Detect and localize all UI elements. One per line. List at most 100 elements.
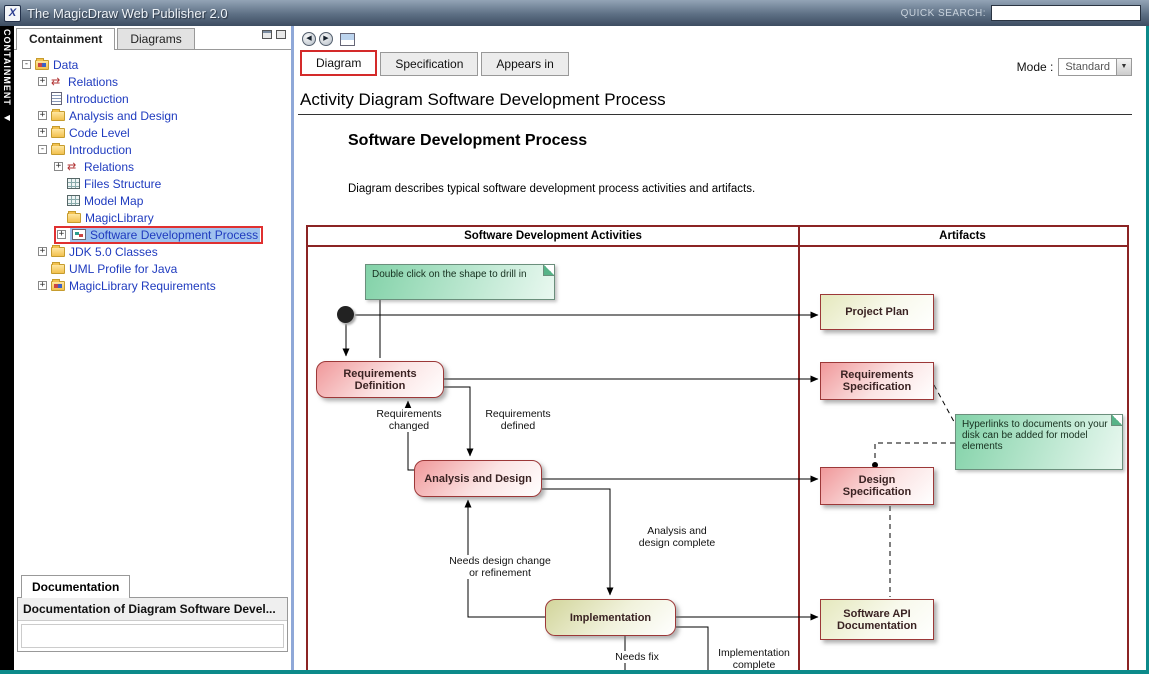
collapse-sidebar-icon[interactable]: ◀: [4, 113, 10, 122]
artifact-requirements-specification[interactable]: Requirements Specification: [820, 362, 934, 400]
mode-label: Mode :: [1017, 60, 1054, 74]
quick-search-input[interactable]: [991, 5, 1141, 21]
tree-item-label: Relations: [68, 75, 118, 89]
table-icon: [67, 178, 80, 189]
open-as-image-icon[interactable]: [340, 33, 355, 46]
tab-appears-in[interactable]: Appears in: [481, 52, 568, 76]
edge-label-analysis-complete: Analysis and design complete: [631, 525, 723, 549]
lane-header-activities: Software Development Activities: [308, 227, 798, 245]
note-fold-icon: [1111, 415, 1122, 426]
tree-item-files-structure[interactable]: Files Structure: [20, 175, 291, 192]
tree-item-label: Introduction: [66, 92, 129, 106]
quick-search-label: QUICK SEARCH:: [901, 8, 986, 19]
model-folder-icon: [35, 60, 49, 70]
expander-icon[interactable]: +: [57, 230, 66, 239]
expander-spacer: [54, 196, 63, 205]
tree-item-model-map[interactable]: Model Map: [20, 192, 291, 209]
mode-control: Mode : Standard ▼: [1017, 58, 1132, 76]
forward-button[interactable]: ▶: [319, 32, 333, 46]
sidebar-tab-bar: Containment Diagrams: [14, 26, 291, 50]
expander-icon[interactable]: +: [38, 77, 47, 86]
lane-header-artifacts: Artifacts: [798, 227, 1127, 245]
tree-item-introduction[interactable]: Introduction: [20, 90, 291, 107]
mode-selected-value: Standard: [1059, 61, 1116, 73]
dropdown-arrow-icon[interactable]: ▼: [1116, 59, 1131, 75]
folder-icon: [51, 128, 65, 138]
activity-implementation[interactable]: Implementation: [545, 599, 676, 636]
tab-diagrams[interactable]: Diagrams: [117, 28, 194, 49]
artifact-software-api-documentation[interactable]: Software API Documentation: [820, 599, 934, 640]
app-title: The MagicDraw Web Publisher 2.0: [27, 6, 228, 21]
tree-item-code-level[interactable]: + Code Level: [20, 124, 291, 141]
edge-label-requirements-changed: Requirements changed: [369, 408, 449, 432]
expander-icon[interactable]: -: [22, 60, 31, 69]
tree-item-label: Data: [53, 58, 78, 72]
activity-diagram-icon: [72, 229, 86, 240]
activity-label: Analysis and Design: [424, 473, 532, 485]
folder-icon: [51, 264, 65, 274]
back-button[interactable]: ◀: [302, 32, 316, 46]
tree-item-jdk-classes[interactable]: + JDK 5.0 Classes: [20, 243, 291, 260]
expander-icon[interactable]: +: [54, 162, 63, 171]
expander-spacer: [54, 179, 63, 188]
tree-item-software-development-process[interactable]: + Software Development Process: [20, 226, 291, 243]
tree-item-label: Analysis and Design: [69, 109, 178, 123]
artifact-design-specification[interactable]: Design Specification: [820, 467, 934, 505]
artifact-project-plan[interactable]: Project Plan: [820, 294, 934, 330]
edge-label-requirements-defined: Requirements defined: [478, 408, 558, 432]
activity-label: Implementation: [570, 612, 651, 624]
expander-icon[interactable]: +: [38, 247, 47, 256]
tab-specification[interactable]: Specification: [380, 52, 478, 76]
relations-icon: [67, 161, 80, 173]
activity-diagram-canvas: Software Development Activities Artifact…: [306, 225, 1129, 670]
tree-item-analysis-and-design[interactable]: + Analysis and Design: [20, 107, 291, 124]
tree-item-label: Model Map: [84, 194, 143, 208]
artifact-label: Software API Documentation: [823, 608, 931, 632]
tree-item-data[interactable]: - Data: [20, 56, 291, 73]
title-divider: [298, 114, 1132, 115]
activity-analysis-and-design[interactable]: Analysis and Design: [414, 460, 542, 497]
folder-icon: [51, 247, 65, 257]
magicdraw-logo-icon: X: [4, 5, 21, 22]
folder-icon: [51, 145, 65, 155]
sidebar: Containment Diagrams - Data + Relations: [14, 26, 294, 670]
note-drill-in: Double click on the shape to drill in: [365, 264, 555, 300]
folder-icon: [51, 111, 65, 121]
note-hyperlinks: Hyperlinks to documents on your disk can…: [955, 414, 1123, 470]
document-icon: [51, 92, 62, 105]
expander-icon[interactable]: +: [38, 281, 47, 290]
tab-containment[interactable]: Containment: [16, 28, 115, 50]
activity-requirements-definition[interactable]: Requirements Definition: [316, 361, 444, 398]
lane-divider: [798, 227, 800, 670]
tab-diagram[interactable]: Diagram: [300, 50, 377, 76]
expander-icon[interactable]: +: [38, 128, 47, 137]
tab-diagrams-label: Diagrams: [130, 32, 181, 46]
note-text: Hyperlinks to documents on your disk can…: [962, 419, 1108, 452]
tab-containment-label: Containment: [29, 32, 102, 46]
tree-item-label: Introduction: [69, 143, 132, 157]
page-title: Activity Diagram Software Development Pr…: [300, 90, 1146, 110]
expander-icon[interactable]: +: [38, 111, 47, 120]
activity-label: Requirements Definition: [319, 368, 441, 392]
tree-item-relations[interactable]: + Relations: [20, 73, 291, 90]
tree-item-magiclibrary-requirements[interactable]: + MagicLibrary Requirements: [20, 277, 291, 294]
requirements-folder-icon: [51, 281, 65, 291]
tab-specification-label: Specification: [395, 57, 463, 71]
tree-item-introduction-2[interactable]: - Introduction: [20, 141, 291, 158]
diagram-heading: Software Development Process: [348, 132, 1146, 150]
containment-tree: - Data + Relations Introduction +: [14, 50, 291, 575]
note-text: Double click on the shape to drill in: [372, 269, 527, 280]
tree-item-uml-profile-java[interactable]: UML Profile for Java: [20, 260, 291, 277]
content-toolbar: ◀ ▶: [298, 30, 1146, 48]
artifact-label: Design Specification: [823, 474, 931, 498]
tree-item-magiclibrary[interactable]: MagicLibrary: [20, 209, 291, 226]
tab-documentation[interactable]: Documentation: [21, 575, 130, 598]
restore-panel-icon[interactable]: [276, 30, 286, 39]
expander-icon[interactable]: -: [38, 145, 47, 154]
tree-item-relations-2[interactable]: + Relations: [20, 158, 291, 175]
documentation-body: [21, 624, 284, 648]
mode-select[interactable]: Standard ▼: [1058, 58, 1132, 76]
documentation-panel: Documentation Documentation of Diagram S…: [14, 575, 291, 652]
tree-item-label: Files Structure: [84, 177, 161, 191]
maximize-panel-icon[interactable]: [262, 30, 272, 39]
